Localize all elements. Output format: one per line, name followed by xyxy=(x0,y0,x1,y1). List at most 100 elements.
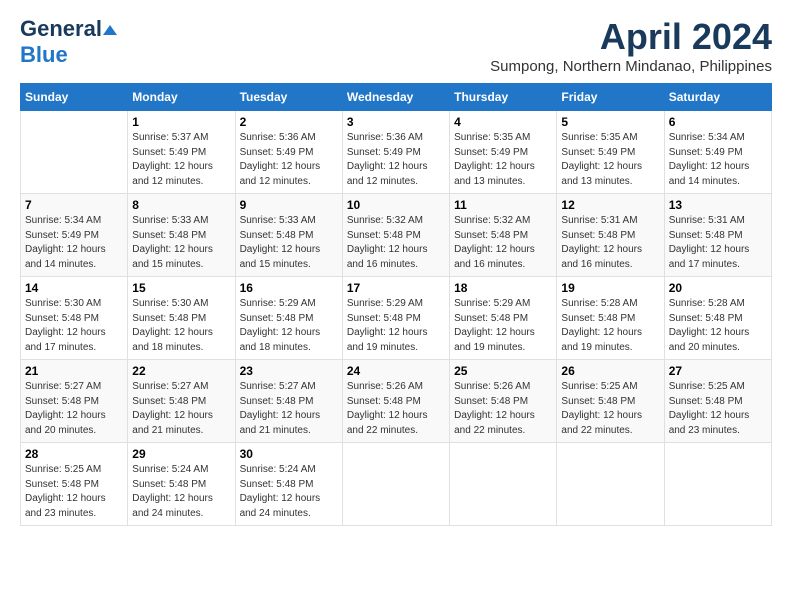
day-info: Sunrise: 5:27 AM Sunset: 5:48 PM Dayligh… xyxy=(240,380,338,438)
calendar-cell: 28 Sunrise: 5:25 AM Sunset: 5:48 PM Dayli… xyxy=(21,443,128,526)
title-block: April 2024 Sumpong, Northern Mindanao, P… xyxy=(490,16,772,75)
calendar-cell xyxy=(21,111,128,194)
logo-blue-text: Blue xyxy=(20,42,68,67)
day-number: 3 xyxy=(347,115,445,129)
calendar-table: SundayMondayTuesdayWednesdayThursdayFrid… xyxy=(20,83,772,526)
page-container: General Blue April 2024 Sumpong, Norther… xyxy=(0,0,792,542)
day-number: 18 xyxy=(454,281,552,295)
day-info: Sunrise: 5:32 AM Sunset: 5:48 PM Dayligh… xyxy=(347,214,445,272)
calendar-cell xyxy=(450,443,557,526)
day-number: 13 xyxy=(669,198,767,212)
day-number: 21 xyxy=(25,364,123,378)
day-info: Sunrise: 5:27 AM Sunset: 5:48 PM Dayligh… xyxy=(25,380,123,438)
day-number: 5 xyxy=(561,115,659,129)
calendar-cell xyxy=(664,443,771,526)
day-number: 26 xyxy=(561,364,659,378)
header-row: SundayMondayTuesdayWednesdayThursdayFrid… xyxy=(21,84,772,111)
calendar-cell: 25 Sunrise: 5:26 AM Sunset: 5:48 PM Dayli… xyxy=(450,360,557,443)
day-info: Sunrise: 5:35 AM Sunset: 5:49 PM Dayligh… xyxy=(454,131,552,189)
calendar-cell: 2 Sunrise: 5:36 AM Sunset: 5:49 PM Daylig… xyxy=(235,111,342,194)
calendar-week-row: 14 Sunrise: 5:30 AM Sunset: 5:48 PM Dayli… xyxy=(21,277,772,360)
calendar-body: 1 Sunrise: 5:37 AM Sunset: 5:49 PM Daylig… xyxy=(21,111,772,526)
weekday-header: Tuesday xyxy=(235,84,342,111)
weekday-header: Saturday xyxy=(664,84,771,111)
calendar-header: SundayMondayTuesdayWednesdayThursdayFrid… xyxy=(21,84,772,111)
calendar-cell: 17Sunrise: 5:29 AM Sunset: 5:48 PM Dayli… xyxy=(342,277,449,360)
calendar-cell: 18Sunrise: 5:29 AM Sunset: 5:48 PM Dayli… xyxy=(450,277,557,360)
day-number: 29 xyxy=(132,447,230,461)
calendar-cell: 12 Sunrise: 5:31 AM Sunset: 5:48 PM Dayli… xyxy=(557,194,664,277)
calendar-cell xyxy=(342,443,449,526)
calendar-cell: 11 Sunrise: 5:32 AM Sunset: 5:48 PM Dayli… xyxy=(450,194,557,277)
day-info: Sunrise: 5:29 AM Sunset: 5:48 PM Dayligh… xyxy=(240,297,338,355)
day-info: Sunrise: 5:24 AM Sunset: 5:48 PM Dayligh… xyxy=(240,463,338,521)
day-info: Sunrise: 5:33 AM Sunset: 5:48 PM Dayligh… xyxy=(132,214,230,272)
day-number: 14 xyxy=(25,281,123,295)
day-number: 11 xyxy=(454,198,552,212)
calendar-cell: 22Sunrise: 5:27 AM Sunset: 5:48 PM Dayli… xyxy=(128,360,235,443)
calendar-cell: 29 Sunrise: 5:24 AM Sunset: 5:48 PM Dayli… xyxy=(128,443,235,526)
calendar-cell: 13 Sunrise: 5:31 AM Sunset: 5:48 PM Dayli… xyxy=(664,194,771,277)
day-number: 15 xyxy=(132,281,230,295)
calendar-week-row: 28 Sunrise: 5:25 AM Sunset: 5:48 PM Dayli… xyxy=(21,443,772,526)
calendar-cell: 6 Sunrise: 5:34 AM Sunset: 5:49 PM Daylig… xyxy=(664,111,771,194)
calendar-week-row: 7Sunrise: 5:34 AM Sunset: 5:49 PM Daylig… xyxy=(21,194,772,277)
day-number: 4 xyxy=(454,115,552,129)
day-number: 25 xyxy=(454,364,552,378)
header: General Blue April 2024 Sumpong, Norther… xyxy=(20,16,772,75)
day-info: Sunrise: 5:25 AM Sunset: 5:48 PM Dayligh… xyxy=(25,463,123,521)
day-info: Sunrise: 5:27 AM Sunset: 5:48 PM Dayligh… xyxy=(132,380,230,438)
weekday-header: Friday xyxy=(557,84,664,111)
calendar-week-row: 1 Sunrise: 5:37 AM Sunset: 5:49 PM Daylig… xyxy=(21,111,772,194)
month-title: April 2024 xyxy=(490,16,772,58)
calendar-cell: 7Sunrise: 5:34 AM Sunset: 5:49 PM Daylig… xyxy=(21,194,128,277)
logo: General Blue xyxy=(20,16,118,68)
logo-block: General Blue xyxy=(20,16,118,68)
day-info: Sunrise: 5:33 AM Sunset: 5:48 PM Dayligh… xyxy=(240,214,338,272)
day-info: Sunrise: 5:34 AM Sunset: 5:49 PM Dayligh… xyxy=(25,214,123,272)
day-number: 12 xyxy=(561,198,659,212)
day-info: Sunrise: 5:32 AM Sunset: 5:48 PM Dayligh… xyxy=(454,214,552,272)
day-number: 28 xyxy=(25,447,123,461)
day-number: 10 xyxy=(347,198,445,212)
day-info: Sunrise: 5:28 AM Sunset: 5:48 PM Dayligh… xyxy=(669,297,767,355)
weekday-header: Sunday xyxy=(21,84,128,111)
day-number: 30 xyxy=(240,447,338,461)
day-number: 19 xyxy=(561,281,659,295)
day-number: 16 xyxy=(240,281,338,295)
day-info: Sunrise: 5:28 AM Sunset: 5:48 PM Dayligh… xyxy=(561,297,659,355)
day-info: Sunrise: 5:35 AM Sunset: 5:49 PM Dayligh… xyxy=(561,131,659,189)
day-info: Sunrise: 5:24 AM Sunset: 5:48 PM Dayligh… xyxy=(132,463,230,521)
day-info: Sunrise: 5:34 AM Sunset: 5:49 PM Dayligh… xyxy=(669,131,767,189)
calendar-cell: 20Sunrise: 5:28 AM Sunset: 5:48 PM Dayli… xyxy=(664,277,771,360)
day-info: Sunrise: 5:30 AM Sunset: 5:48 PM Dayligh… xyxy=(25,297,123,355)
day-number: 8 xyxy=(132,198,230,212)
calendar-cell: 21 Sunrise: 5:27 AM Sunset: 5:48 PM Dayli… xyxy=(21,360,128,443)
day-info: Sunrise: 5:36 AM Sunset: 5:49 PM Dayligh… xyxy=(347,131,445,189)
calendar-cell: 4 Sunrise: 5:35 AM Sunset: 5:49 PM Daylig… xyxy=(450,111,557,194)
day-number: 9 xyxy=(240,198,338,212)
day-info: Sunrise: 5:31 AM Sunset: 5:48 PM Dayligh… xyxy=(669,214,767,272)
calendar-week-row: 21 Sunrise: 5:27 AM Sunset: 5:48 PM Dayli… xyxy=(21,360,772,443)
day-info: Sunrise: 5:30 AM Sunset: 5:48 PM Dayligh… xyxy=(132,297,230,355)
calendar-cell: 27Sunrise: 5:25 AM Sunset: 5:48 PM Dayli… xyxy=(664,360,771,443)
calendar-cell: 9 Sunrise: 5:33 AM Sunset: 5:48 PM Daylig… xyxy=(235,194,342,277)
calendar-cell: 26 Sunrise: 5:25 AM Sunset: 5:48 PM Dayli… xyxy=(557,360,664,443)
logo-general: General xyxy=(20,16,102,41)
day-info: Sunrise: 5:36 AM Sunset: 5:49 PM Dayligh… xyxy=(240,131,338,189)
day-info: Sunrise: 5:26 AM Sunset: 5:48 PM Dayligh… xyxy=(347,380,445,438)
day-number: 2 xyxy=(240,115,338,129)
calendar-cell: 14 Sunrise: 5:30 AM Sunset: 5:48 PM Dayli… xyxy=(21,277,128,360)
day-number: 6 xyxy=(669,115,767,129)
day-info: Sunrise: 5:37 AM Sunset: 5:49 PM Dayligh… xyxy=(132,131,230,189)
day-info: Sunrise: 5:25 AM Sunset: 5:48 PM Dayligh… xyxy=(561,380,659,438)
calendar-cell: 24Sunrise: 5:26 AM Sunset: 5:48 PM Dayli… xyxy=(342,360,449,443)
calendar-cell: 19 Sunrise: 5:28 AM Sunset: 5:48 PM Dayli… xyxy=(557,277,664,360)
day-info: Sunrise: 5:25 AM Sunset: 5:48 PM Dayligh… xyxy=(669,380,767,438)
day-info: Sunrise: 5:31 AM Sunset: 5:48 PM Dayligh… xyxy=(561,214,659,272)
weekday-header: Monday xyxy=(128,84,235,111)
day-info: Sunrise: 5:26 AM Sunset: 5:48 PM Dayligh… xyxy=(454,380,552,438)
weekday-header: Thursday xyxy=(450,84,557,111)
calendar-cell: 30 Sunrise: 5:24 AM Sunset: 5:48 PM Dayli… xyxy=(235,443,342,526)
day-number: 1 xyxy=(132,115,230,129)
